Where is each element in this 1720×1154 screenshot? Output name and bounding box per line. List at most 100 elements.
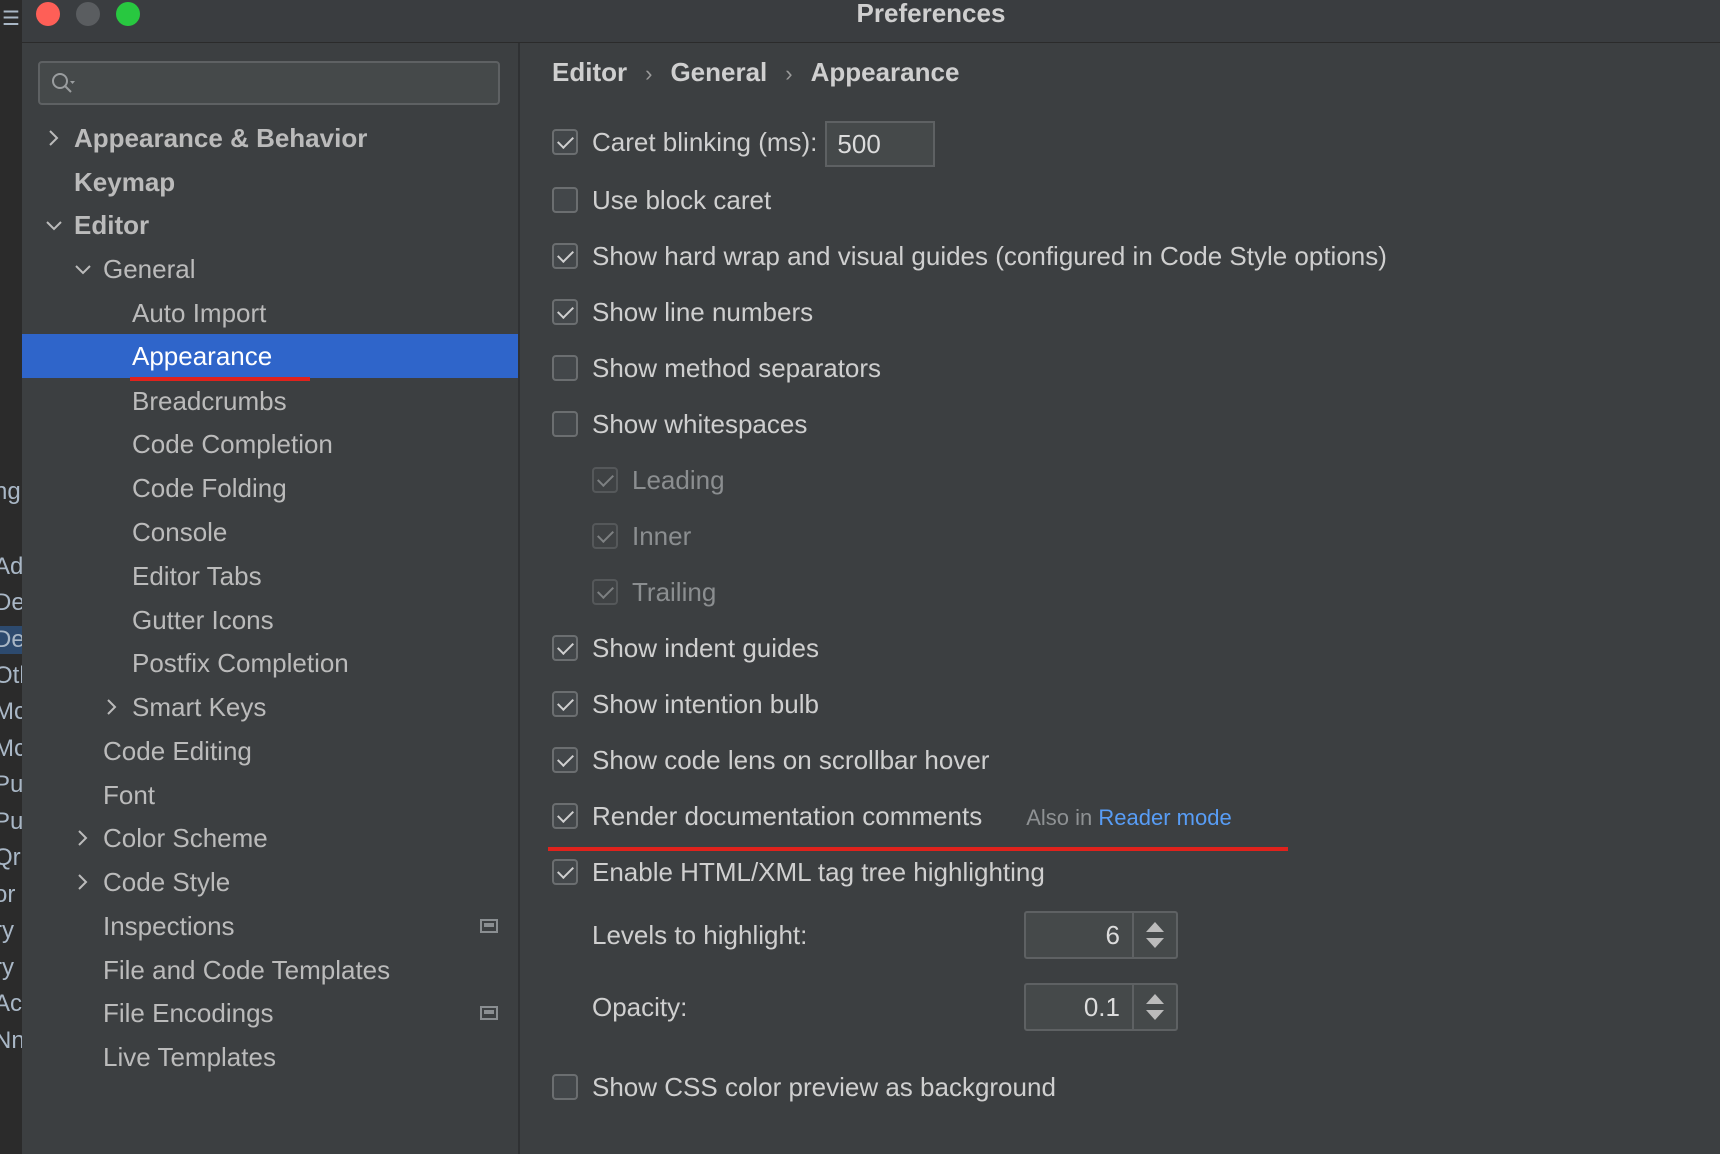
option-hard-wrap[interactable]: Show hard wrap and visual guides (config… (552, 236, 1387, 276)
breadcrumb-item[interactable]: Editor (552, 57, 627, 87)
opacity-value[interactable]: 0.1 (1084, 985, 1120, 1029)
option-label: Show code lens on scrollbar hover (592, 745, 990, 775)
option-html-xml[interactable]: Enable HTML/XML tag tree highlighting (552, 852, 1045, 892)
background-text: Pu (0, 808, 22, 835)
sidebar-item-gutter-icons[interactable]: Gutter Icons (22, 597, 518, 643)
sidebar-item-code-completion[interactable]: Code Completion (22, 421, 518, 467)
method-separators-checkbox[interactable] (552, 355, 578, 382)
sidebar-item-label: Appearance & Behavior (74, 123, 368, 153)
option-intention-bulb[interactable]: Show intention bulb (552, 684, 819, 724)
option-whitespaces[interactable]: Show whitespaces (552, 404, 807, 444)
sidebar-item-label: Code Folding (132, 473, 287, 503)
sidebar-item-color-scheme[interactable]: Color Scheme (22, 815, 518, 861)
chevron-down-icon[interactable] (73, 246, 93, 292)
sidebar-item-file-encodings[interactable]: File Encodings (22, 990, 518, 1036)
option-code-lens[interactable]: Show code lens on scrollbar hover (552, 740, 989, 780)
line-numbers-checkbox[interactable] (552, 299, 578, 326)
menu-icon: ☰ (2, 8, 20, 30)
sidebar-item-appearance-behavior[interactable]: Appearance & Behavior (22, 115, 518, 161)
sidebar-item-auto-import[interactable]: Auto Import (22, 290, 518, 336)
sidebar-item-label: Keymap (74, 167, 176, 197)
sidebar-item-label: Appearance (132, 341, 273, 371)
background-text: ng (0, 478, 21, 505)
option-indent-guides[interactable]: Show indent guides (552, 628, 819, 668)
background-text: Qr (0, 844, 21, 871)
intention-bulb-checkbox[interactable] (552, 691, 578, 718)
option-label: Show method separators (592, 353, 882, 383)
css-color-checkbox[interactable] (552, 1074, 578, 1101)
levels-spinner[interactable]: 6 (1024, 911, 1178, 959)
sidebar-item-editor-tabs[interactable]: Editor Tabs (22, 553, 518, 599)
sidebar-item-file-code-templates[interactable]: File and Code Templates (22, 947, 518, 993)
breadcrumb-separator-icon: › (785, 61, 793, 86)
indent-guides-checkbox[interactable] (552, 635, 578, 662)
sidebar-item-console[interactable]: Console (22, 509, 518, 555)
sidebar-item-inspections[interactable]: Inspections (22, 903, 518, 949)
chevron-right-icon[interactable] (102, 684, 122, 730)
sidebar-item-general[interactable]: General (22, 246, 518, 292)
breadcrumb-item[interactable]: General (670, 57, 767, 87)
sidebar-item-postfix-completion[interactable]: Postfix Completion (22, 640, 518, 686)
levels-value[interactable]: 6 (1106, 913, 1120, 957)
background-text: or (0, 881, 16, 908)
chevron-right-icon[interactable] (44, 115, 64, 161)
search-input[interactable] (38, 61, 500, 105)
reader-mode-link[interactable]: Reader mode (1098, 805, 1231, 830)
opacity-spinner[interactable]: 0.1 (1024, 983, 1178, 1031)
option-render-docs[interactable]: Render documentation comments Also in Rea… (552, 796, 1232, 836)
background-text: ry (0, 917, 14, 944)
chevron-right-icon[interactable] (73, 859, 93, 905)
chevron-down-icon[interactable] (44, 202, 64, 248)
sidebar-item-label: File and Code Templates (103, 955, 391, 985)
option-use-block-caret[interactable]: Use block caret (552, 180, 771, 220)
sidebar-item-font[interactable]: Font (22, 772, 518, 818)
caret-blinking-checkbox[interactable] (552, 129, 578, 156)
option-method-separators[interactable]: Show method separators (552, 348, 881, 388)
also-in-hint: Also in Reader mode (1026, 805, 1231, 830)
sidebar-item-editor[interactable]: Editor (22, 202, 518, 248)
option-label: Show line numbers (592, 297, 814, 327)
spinner-arrows-icon[interactable] (1132, 913, 1176, 957)
use-block-caret-checkbox[interactable] (552, 187, 578, 214)
option-label: Caret blinking (ms): (592, 127, 818, 157)
option-label: Render documentation comments (592, 801, 983, 831)
sidebar-item-smart-keys[interactable]: Smart Keys (22, 684, 518, 730)
caret-blinking-input[interactable]: 500 (825, 121, 936, 168)
spinner-arrows-icon[interactable] (1132, 985, 1176, 1029)
chevron-right-icon[interactable] (73, 815, 93, 861)
sidebar-item-appearance[interactable]: Appearance (22, 334, 518, 378)
sidebar-item-breadcrumbs[interactable]: Breadcrumbs (22, 378, 518, 424)
sidebar-item-code-editing[interactable]: Code Editing (22, 728, 518, 774)
option-caret-blinking: Caret blinking (ms): 500 (552, 117, 936, 168)
sidebar-item-label: General (103, 254, 196, 284)
sidebar-item-label: Postfix Completion (132, 648, 349, 678)
levels-label: Levels to highlight: (592, 920, 808, 950)
sidebar-item-live-templates[interactable]: Live Templates (22, 1034, 518, 1080)
sidebar-item-code-style[interactable]: Code Style (22, 859, 518, 905)
sidebar-item-label: Live Templates (103, 1042, 276, 1072)
sidebar-item-code-folding[interactable]: Code Folding (22, 465, 518, 511)
sidebar-item-keymap[interactable]: Keymap (22, 159, 518, 205)
html-xml-checkbox[interactable] (552, 859, 578, 886)
whitespaces-checkbox[interactable] (552, 411, 578, 438)
background-text: Nn (0, 1027, 22, 1054)
background-text: Ac (0, 990, 22, 1017)
sidebar-item-label: Editor (74, 210, 150, 240)
sidebar-item-label: Inspections (103, 911, 235, 941)
option-css-color[interactable]: Show CSS color preview as background (552, 1067, 1056, 1107)
settings-sidebar: Appearance & Behavior Keymap Editor Gene… (22, 43, 520, 1154)
background-text: De (0, 589, 22, 616)
option-line-numbers[interactable]: Show line numbers (552, 292, 813, 332)
render-docs-checkbox[interactable] (552, 803, 578, 830)
option-label: Show CSS color preview as background (592, 1072, 1056, 1102)
project-settings-icon (480, 919, 498, 933)
background-text: ry (0, 954, 14, 981)
background-text: Ad (0, 553, 22, 580)
sidebar-item-label: Breadcrumbs (132, 386, 287, 416)
title-bar: Preferences (22, 0, 1720, 43)
option-label: Use block caret (592, 185, 772, 215)
background-text: Pu (0, 771, 22, 798)
code-lens-checkbox[interactable] (552, 747, 578, 774)
hard-wrap-checkbox[interactable] (552, 243, 578, 270)
project-settings-icon (480, 1006, 498, 1020)
